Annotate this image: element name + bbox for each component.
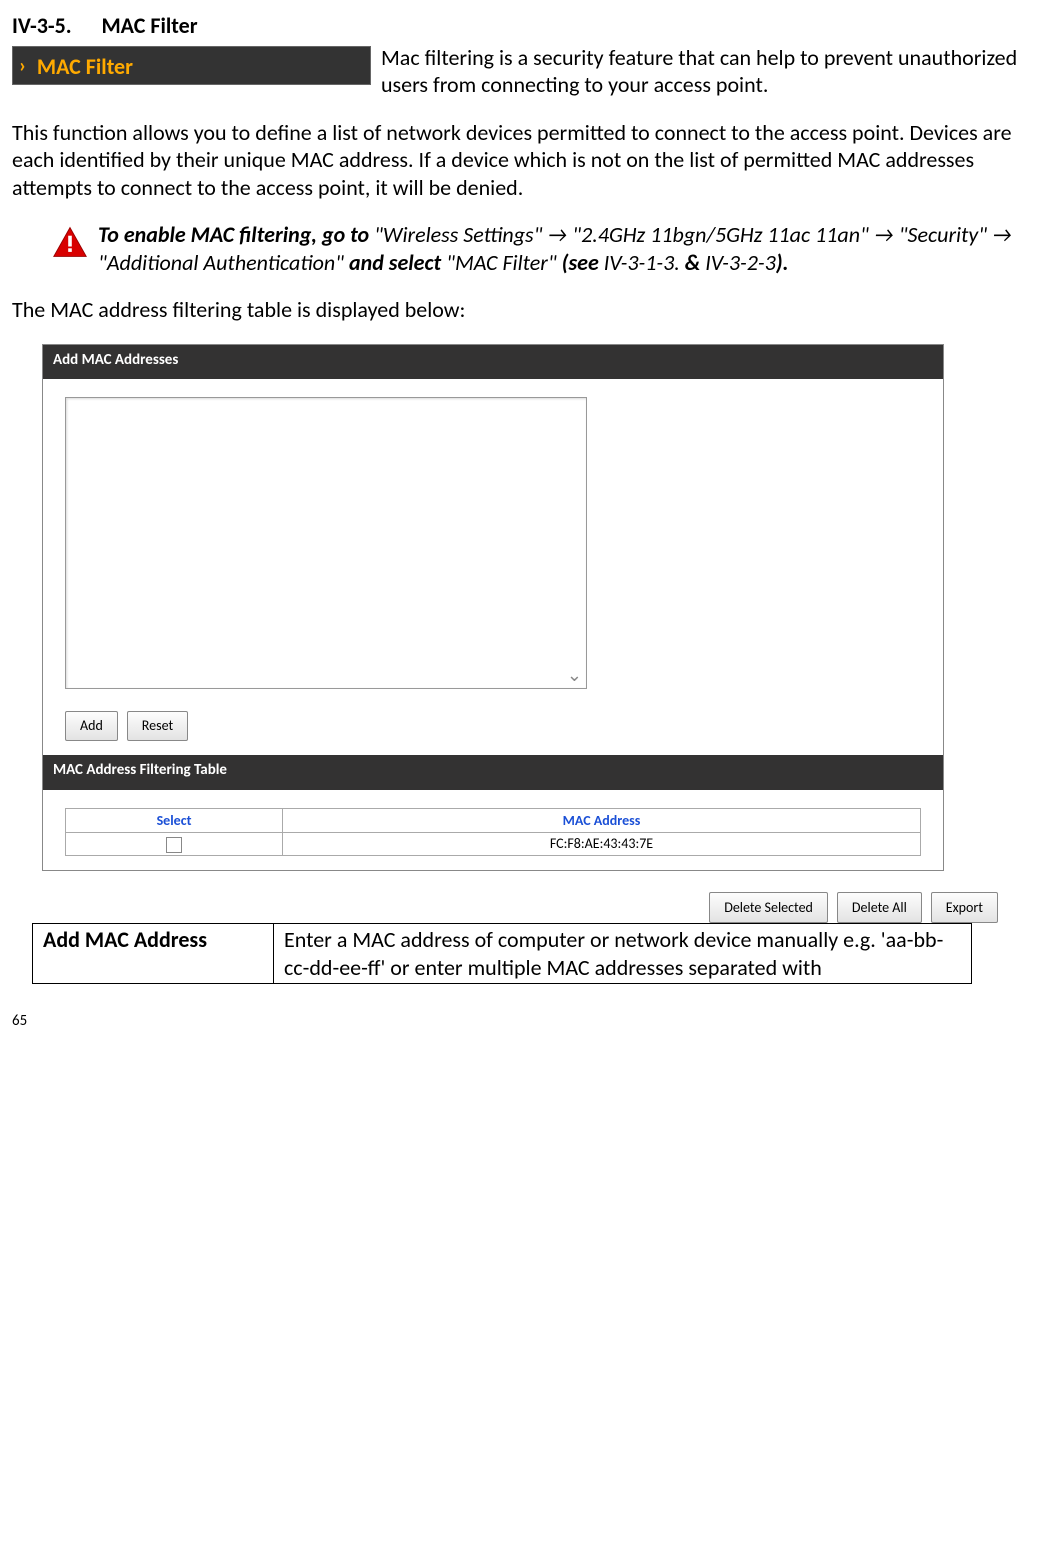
delete-selected-button[interactable]: Delete Selected [709, 892, 828, 924]
section-number: IV-3-5. [12, 12, 72, 39]
alert-text: To enable MAC filtering, go to "Wireless… [98, 221, 1028, 276]
filter-table-panel-header: MAC Address Filtering Table [43, 755, 943, 790]
definition-table: Add MAC Address Enter a MAC address of c… [32, 923, 972, 984]
chevron-down-icon: ⌄ [567, 664, 582, 687]
row-mac-value: FC:F8:AE:43:43:7E [283, 833, 921, 856]
table-actions: Delete Selected Delete All Export [12, 891, 998, 924]
mac-address-textarea[interactable]: ⌄ [65, 397, 587, 689]
mac-filter-table: Select MAC Address FC:F8:AE:43:43:7E [65, 808, 921, 856]
col-mac-header: MAC Address [283, 808, 921, 833]
export-button[interactable]: Export [931, 892, 998, 924]
chevron-right-icon: › [19, 54, 26, 78]
table-row: FC:F8:AE:43:43:7E [66, 833, 921, 856]
row-checkbox[interactable] [166, 837, 182, 853]
table-caption: The MAC address filtering table is displ… [12, 296, 1028, 324]
warning-icon [52, 225, 88, 276]
reset-button[interactable]: Reset [127, 711, 188, 741]
def-term: Add MAC Address [33, 924, 274, 984]
def-desc: Enter a MAC address of computer or netwo… [274, 924, 972, 984]
col-select-header: Select [66, 808, 283, 833]
delete-all-button[interactable]: Delete All [837, 892, 922, 924]
breadcrumb-label: MAC Filter [37, 53, 133, 80]
mac-filter-screenshot: Add MAC Addresses ⌄ Add Reset MAC Addres… [42, 344, 944, 871]
intro-paragraph-2: This function allows you to define a lis… [12, 119, 1028, 202]
alert-block: To enable MAC filtering, go to "Wireless… [12, 221, 1028, 276]
section-heading: IV-3-5. MAC Filter [12, 12, 1028, 40]
add-button[interactable]: Add [65, 711, 118, 741]
page-number: 65 [12, 1012, 1028, 1031]
breadcrumb-tag: › MAC Filter [12, 46, 371, 86]
section-title: MAC Filter [101, 12, 197, 39]
add-mac-panel-header: Add MAC Addresses [43, 345, 943, 380]
